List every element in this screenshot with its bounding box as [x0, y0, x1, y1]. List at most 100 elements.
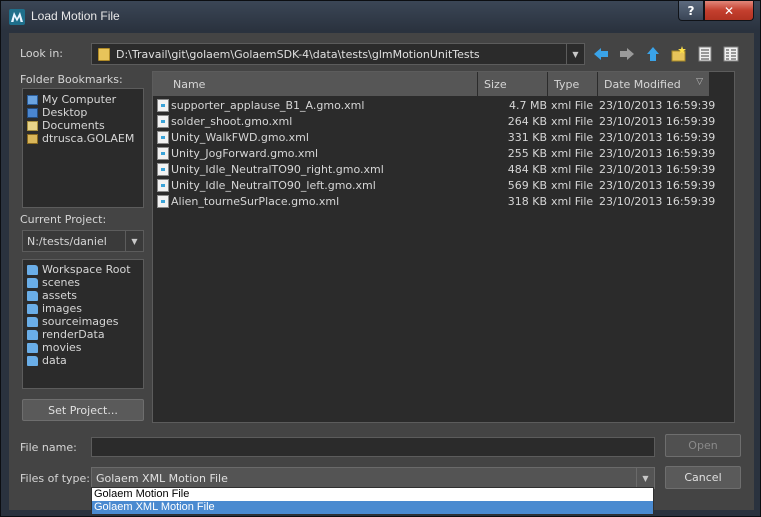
file-name: Unity_Idle_NeutralTO90_left.gmo.xml: [171, 179, 376, 192]
close-button[interactable]: ✕: [704, 1, 754, 21]
current-project-combo[interactable]: N:/tests/daniel ▼: [22, 230, 144, 252]
bookmark-desktop[interactable]: Desktop: [27, 106, 143, 119]
file-type: xml File: [551, 99, 594, 112]
project-folder-item[interactable]: scenes: [27, 276, 143, 289]
xml-file-icon: [157, 115, 169, 128]
title-bar[interactable]: Load Motion File ? ✕: [1, 1, 761, 33]
file-list[interactable]: Name Size Type Date Modified ▽ supporter…: [152, 71, 735, 423]
set-project-button[interactable]: Set Project...: [22, 399, 144, 421]
project-folder-item[interactable]: sourceimages: [27, 315, 143, 328]
file-row[interactable]: solder_shoot.gmo.xml 264 KB xml File 23/…: [153, 114, 715, 130]
file-row[interactable]: Unity_WalkFWD.gmo.xml 331 KB xml File 23…: [153, 130, 716, 146]
file-type: xml File: [551, 179, 594, 192]
help-button[interactable]: ?: [678, 1, 704, 21]
project-folder-item[interactable]: assets: [27, 289, 143, 302]
bookmark-label: Desktop: [42, 106, 88, 119]
user-folder-icon: [27, 133, 38, 144]
file-name: Alien_tourneSurPlace.gmo.xml: [171, 195, 340, 208]
file-size: 255 KB: [507, 147, 547, 160]
folder-label: renderData: [42, 328, 105, 341]
column-header-date-modified[interactable]: Date Modified ▽: [598, 72, 710, 96]
new-folder-icon[interactable]: [670, 45, 688, 63]
file-row[interactable]: Unity_Idle_NeutralTO90_right.gmo.xml 484…: [153, 162, 715, 178]
file-size: 4.7 MB: [508, 99, 547, 112]
detail-view-icon[interactable]: [722, 45, 740, 63]
files-of-type-dropdown[interactable]: Golaem Motion File Golaem XML Motion Fil…: [91, 487, 654, 515]
project-folder-item[interactable]: movies: [27, 341, 143, 354]
file-row[interactable]: Unity_Idle_NeutralTO90_left.gmo.xml 569 …: [153, 178, 715, 194]
file-name: Unity_JogForward.gmo.xml: [171, 147, 319, 160]
chevron-down-icon[interactable]: ▼: [636, 468, 654, 488]
window-title: Load Motion File: [31, 9, 120, 23]
file-size: 264 KB: [507, 115, 547, 128]
parent-directory-icon[interactable]: [644, 45, 662, 63]
folder-bookmarks-label: Folder Bookmarks:: [20, 73, 123, 86]
column-header-size[interactable]: Size: [478, 72, 548, 96]
dropdown-option[interactable]: Golaem Motion File: [92, 488, 653, 501]
folder-icon: [27, 303, 38, 314]
file-size: 484 KB: [507, 163, 547, 176]
bookmark-my-computer[interactable]: My Computer: [27, 93, 143, 106]
project-folder-item[interactable]: images: [27, 302, 143, 315]
xml-file-icon: [157, 179, 169, 192]
file-date: 23/10/2013 16:59:39: [599, 195, 716, 208]
file-name: solder_shoot.gmo.xml: [171, 115, 293, 128]
files-of-type-combo[interactable]: Golaem XML Motion File ▼: [91, 467, 655, 489]
xml-file-icon: [157, 147, 169, 160]
column-header-type[interactable]: Type: [548, 72, 598, 96]
folder-label: Workspace Root: [42, 263, 131, 276]
folder-label: movies: [42, 341, 82, 354]
file-row[interactable]: supporter_applause_B1_A.gmo.xml 4.7 MB x…: [153, 98, 715, 114]
file-name: Unity_Idle_NeutralTO90_right.gmo.xml: [171, 163, 384, 176]
bookmark-label: Documents: [42, 119, 105, 132]
column-header-date-label: Date Modified: [604, 77, 681, 91]
file-date: 23/10/2013 16:59:39: [599, 147, 716, 160]
project-folder-item[interactable]: renderData: [27, 328, 143, 341]
dialog-body: Look in: D:\Travail\git\golaem\GolaemSDK…: [9, 33, 754, 510]
back-icon[interactable]: [592, 45, 610, 63]
computer-icon: [27, 94, 38, 105]
column-header-name[interactable]: Name: [153, 72, 478, 96]
desktop-icon: [27, 107, 38, 118]
forward-icon[interactable]: [618, 45, 636, 63]
folder-icon: [27, 355, 38, 366]
xml-file-icon: [157, 163, 169, 176]
bookmark-label: dtrusca.GOLAEM: [42, 132, 135, 145]
project-folders-list[interactable]: Workspace Root scenes assets images sour…: [22, 259, 144, 389]
file-name: supporter_applause_B1_A.gmo.xml: [171, 99, 365, 112]
look-in-label: Look in:: [20, 47, 63, 60]
maya-app-icon: [9, 9, 25, 25]
project-folder-item[interactable]: data: [27, 354, 143, 367]
documents-icon: [27, 120, 38, 131]
open-button[interactable]: Open: [665, 434, 741, 457]
chevron-down-icon[interactable]: ▼: [125, 231, 143, 251]
file-name-input[interactable]: [91, 437, 655, 457]
bookmark-user-folder[interactable]: dtrusca.GOLAEM: [27, 132, 143, 145]
file-name: Unity_WalkFWD.gmo.xml: [171, 131, 309, 144]
bookmark-documents[interactable]: Documents: [27, 119, 143, 132]
file-type: xml File: [551, 163, 594, 176]
cancel-button[interactable]: Cancel: [665, 466, 741, 489]
dropdown-option-selected[interactable]: Golaem XML Motion File: [92, 501, 653, 514]
folder-label: sourceimages: [42, 315, 119, 328]
file-size: 318 KB: [507, 195, 547, 208]
xml-file-icon: [157, 99, 169, 112]
list-view-icon[interactable]: [696, 45, 714, 63]
look-in-combo[interactable]: D:\Travail\git\golaem\GolaemSDK-4\data\t…: [91, 43, 585, 65]
chevron-down-icon[interactable]: ▼: [566, 44, 584, 64]
files-of-type-label: Files of type:: [20, 472, 91, 485]
folder-bookmarks-list[interactable]: My Computer Desktop Documents dtrusca.GO…: [22, 88, 144, 208]
file-type: xml File: [551, 131, 594, 144]
look-in-path: D:\Travail\git\golaem\GolaemSDK-4\data\t…: [116, 47, 480, 61]
sort-indicator-icon: ▽: [696, 77, 703, 87]
file-row[interactable]: Unity_JogForward.gmo.xml 255 KB xml File…: [153, 146, 716, 162]
current-project-label: Current Project:: [20, 213, 107, 226]
folder-icon: [27, 342, 38, 353]
file-date: 23/10/2013 16:59:39: [599, 131, 716, 144]
xml-file-icon: [157, 131, 169, 144]
file-type: xml File: [551, 115, 594, 128]
project-folder-item[interactable]: Workspace Root: [27, 263, 143, 276]
folder-label: data: [42, 354, 67, 367]
file-row[interactable]: Alien_tourneSurPlace.gmo.xml 318 KB xml …: [153, 194, 716, 210]
folder-icon: [27, 316, 38, 327]
